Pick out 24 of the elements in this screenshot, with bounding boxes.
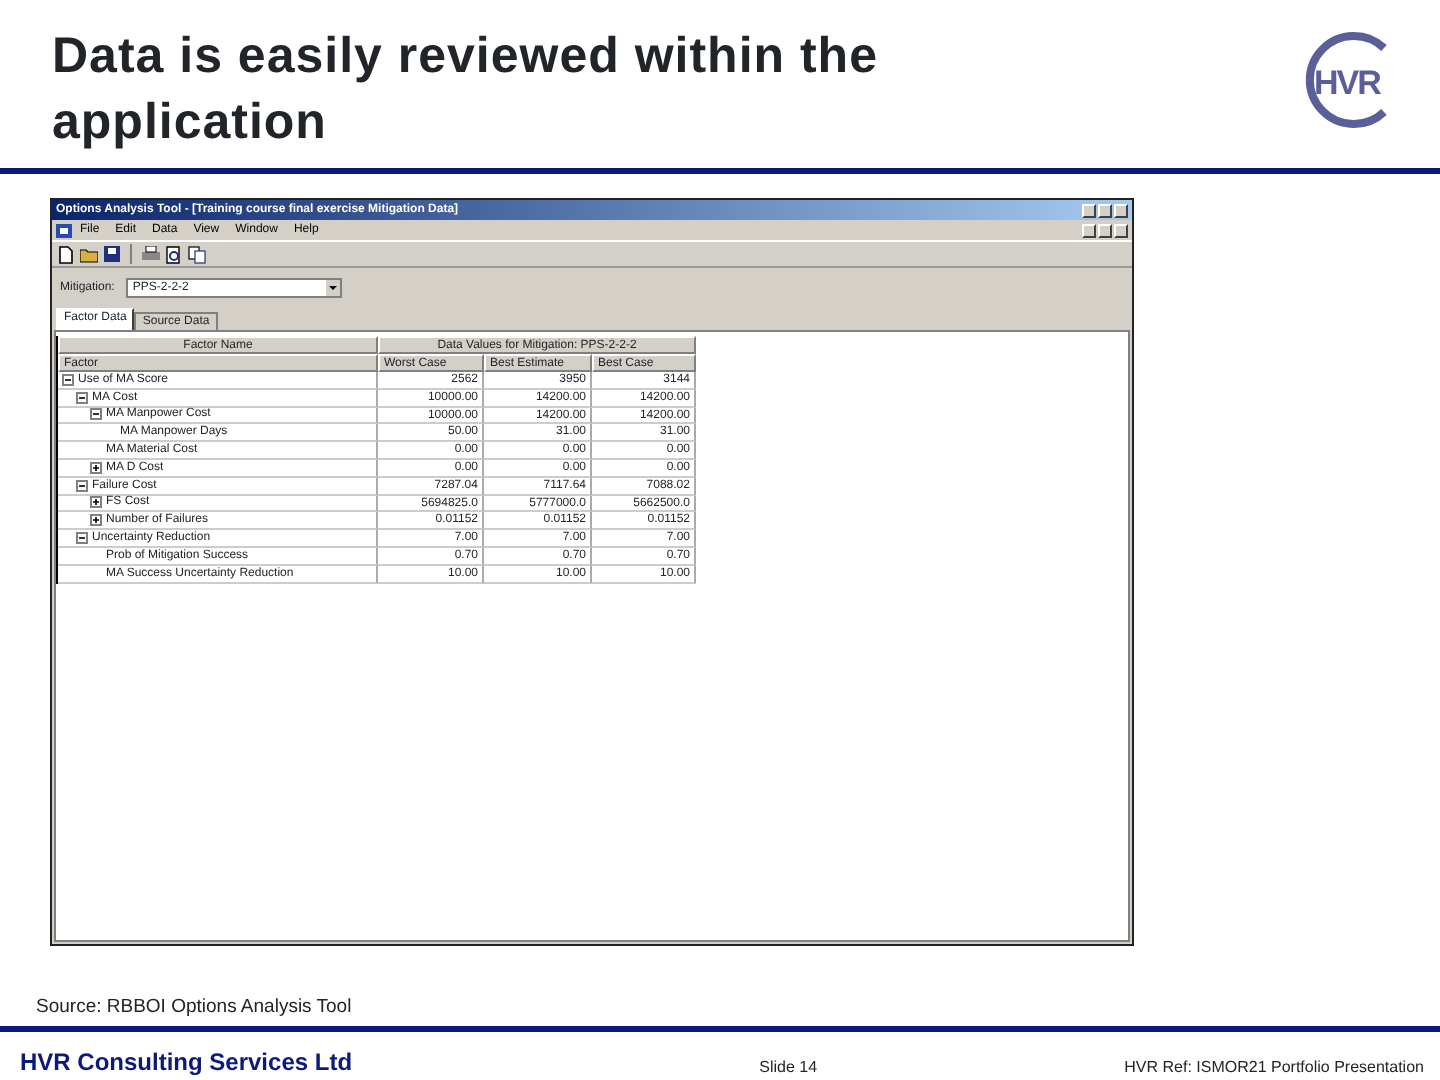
restore-button[interactable]	[1098, 223, 1112, 237]
expand-icon[interactable]	[90, 514, 102, 527]
save-icon[interactable]	[104, 246, 120, 262]
collapse-icon[interactable]	[76, 391, 88, 404]
preview-icon[interactable]	[166, 245, 182, 263]
collapse-icon[interactable]	[76, 532, 88, 545]
print-icon[interactable]	[142, 245, 160, 263]
new-file-icon[interactable]	[58, 245, 74, 263]
maximize-button[interactable]	[1098, 203, 1112, 217]
source-note: Source: RBBOI Options Analysis Tool	[36, 994, 354, 1018]
collapse-icon[interactable]	[62, 373, 74, 386]
slide-title: Data is easily reviewed within the application	[52, 26, 880, 153]
app-icon[interactable]	[56, 223, 72, 237]
copy-icon[interactable]	[188, 245, 206, 263]
reference-text: HVR Ref: ISMOR21 Portfolio Presentation	[1124, 1056, 1424, 1080]
expand-icon[interactable]	[90, 461, 102, 474]
collapse-icon[interactable]	[90, 408, 102, 421]
logo-text: HVR	[1314, 62, 1380, 106]
dropdown-arrow-icon[interactable]	[326, 280, 341, 296]
slide-number: Slide 14	[759, 1056, 818, 1080]
expand-icon[interactable]	[90, 496, 102, 509]
folder-icon[interactable]	[80, 245, 98, 263]
collapse-icon[interactable]	[76, 479, 88, 492]
company-name: HVR Consulting Services Ltd	[20, 1046, 353, 1080]
